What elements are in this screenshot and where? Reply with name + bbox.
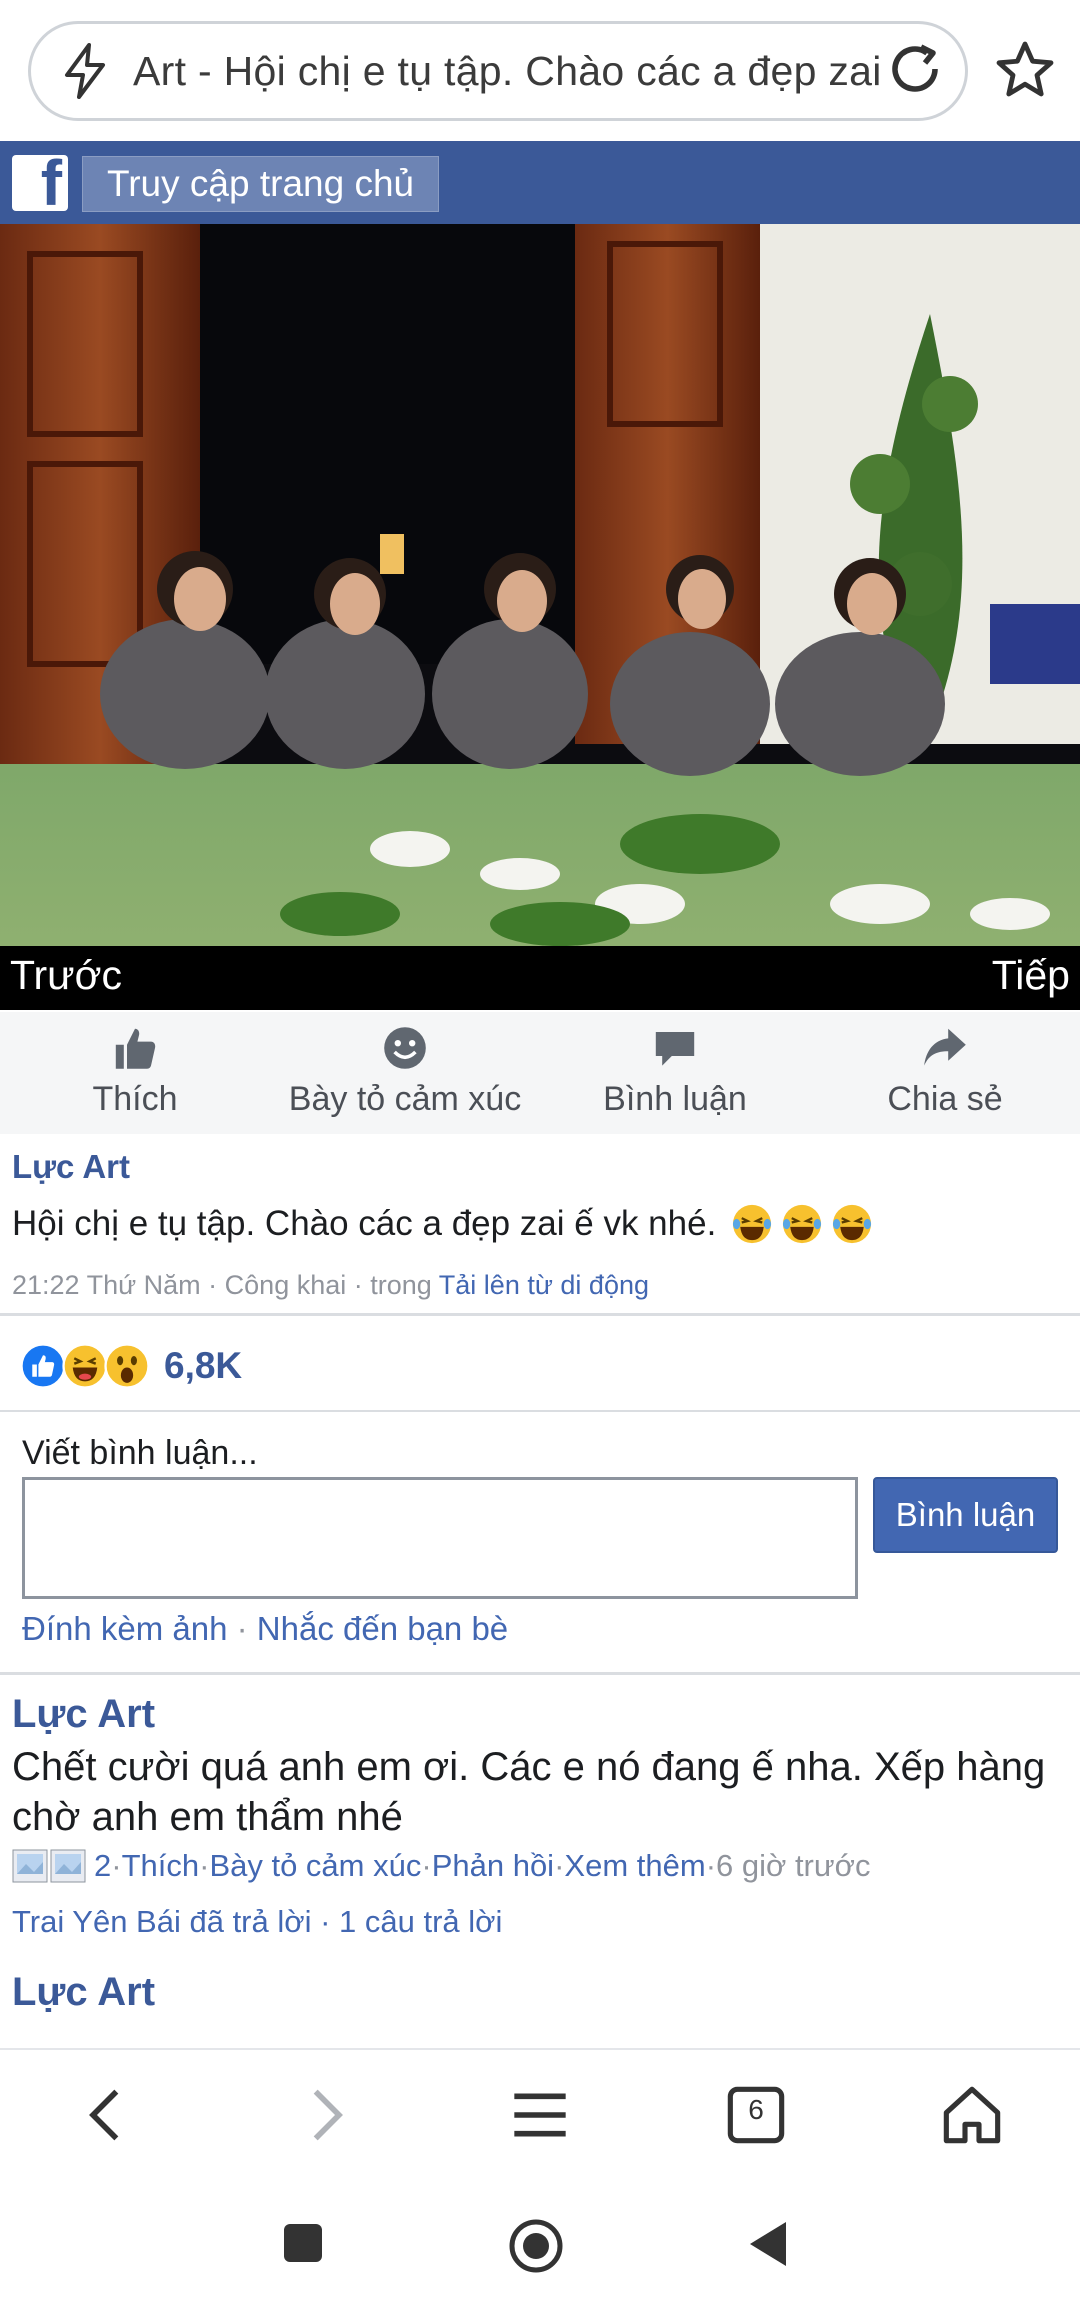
star-icon[interactable] xyxy=(995,40,1055,100)
reload-icon[interactable] xyxy=(885,41,945,101)
divider xyxy=(0,1313,1080,1316)
reaction-summary[interactable]: 6,8K xyxy=(20,1338,242,1394)
attach-photo-link[interactable]: Đính kèm ảnh xyxy=(22,1610,227,1647)
submit-comment-button[interactable]: Bình luận xyxy=(873,1477,1058,1553)
post-meta: 21:22 Thứ Năm · Công khai · trong Tải lê… xyxy=(12,1270,649,1301)
comment-meta: 2 · Thích · Bày tỏ cảm xúc · Phản hồi · … xyxy=(12,1848,870,1884)
image-thumbnail-icon[interactable] xyxy=(12,1848,88,1884)
react-button[interactable]: Bày tỏ cảm xúc xyxy=(270,1024,540,1119)
like-label: Thích xyxy=(92,1080,178,1118)
comment-author-link[interactable]: Lực Art xyxy=(12,1970,155,2015)
tabs-button[interactable]: 6 xyxy=(721,2080,791,2150)
tab-count: 6 xyxy=(748,2094,764,2125)
home-button[interactable] xyxy=(937,2080,1007,2150)
comment-reaction-count[interactable]: 2 xyxy=(94,1848,111,1884)
previous-photo-link[interactable]: Trước xyxy=(10,952,122,999)
comment-text: Chết cười quá anh em ơi. Các e nó đang ế… xyxy=(12,1745,1046,1839)
reaction-count[interactable]: 6,8K xyxy=(164,1345,242,1387)
post-action-bar: Thích Bày tỏ cảm xúc Bình luận Chia sẻ xyxy=(0,1012,1080,1134)
reply-count-link[interactable]: 1 câu trả lời xyxy=(339,1904,502,1939)
comment-react-link[interactable]: Bày tỏ cảm xúc xyxy=(209,1848,421,1884)
separator: · xyxy=(554,1848,565,1883)
comment-author-link[interactable]: Lực Art xyxy=(12,1692,155,1737)
comment-see-more-link[interactable]: Xem thêm xyxy=(564,1848,705,1884)
smiley-icon xyxy=(384,1027,426,1069)
browser-address-bar: Art - Hội chị e tụ tập. Chào các a đẹp z… xyxy=(0,0,1080,140)
separator: · xyxy=(111,1848,122,1883)
back-button[interactable] xyxy=(72,2080,142,2150)
bolt-icon[interactable] xyxy=(61,43,109,99)
home-circle-icon[interactable] xyxy=(508,2218,564,2274)
separator: · xyxy=(705,1848,717,1883)
divider xyxy=(0,1672,1080,1675)
next-photo-link[interactable]: Tiếp xyxy=(992,952,1070,999)
comment-time: 6 giờ trước xyxy=(716,1848,871,1883)
comment-reply-link[interactable]: Phản hồi xyxy=(432,1848,554,1884)
chevron-left-icon xyxy=(89,2089,119,2141)
home-icon xyxy=(943,2086,1001,2144)
like-button[interactable]: Thích xyxy=(0,1024,270,1119)
react-label: Bày tỏ cảm xúc xyxy=(288,1080,522,1118)
comment-input[interactable] xyxy=(22,1477,858,1599)
system-navigation-bar xyxy=(0,2178,1080,2311)
mention-friends-link[interactable]: Nhắc đến bạn bè xyxy=(257,1610,508,1647)
wow-reaction-icon xyxy=(104,1343,150,1389)
hamburger-menu-icon xyxy=(514,2093,566,2137)
home-link-button[interactable]: Truy cập trang chủ xyxy=(82,156,440,212)
menu-button[interactable] xyxy=(505,2080,575,2150)
share-button[interactable]: Chia sẻ xyxy=(810,1024,1080,1119)
laughing-tears-emoji-icon xyxy=(783,1204,822,1244)
separator: · xyxy=(199,1848,210,1883)
facebook-logo-icon[interactable]: f xyxy=(12,151,68,215)
url-field[interactable]: Art - Hội chị e tụ tập. Chào các a đẹp z… xyxy=(28,21,968,121)
comment-label: Bình luận xyxy=(603,1080,747,1118)
browser-toolbar: 6 xyxy=(0,2048,1080,2180)
reply-author-summary[interactable]: Trai Yên Bái đã trả lời xyxy=(12,1904,311,1939)
forward-button[interactable] xyxy=(290,2080,360,2150)
post-text: Hội chị e tụ tập. Chào các a đẹp zai ế v… xyxy=(12,1202,874,1246)
comment-options: Đính kèm ảnh · Nhắc đến bạn bè xyxy=(22,1610,508,1648)
upload-source-link[interactable]: Tải lên từ di động xyxy=(439,1270,649,1300)
comment-prompt-label: Viết bình luận... xyxy=(22,1434,258,1472)
separator: · xyxy=(421,1848,432,1883)
comment-icon xyxy=(655,1032,695,1066)
comment-replies[interactable]: Trai Yên Bái đã trả lời · 1 câu trả lời xyxy=(12,1904,502,1940)
comment-like-link[interactable]: Thích xyxy=(122,1848,200,1884)
post-timestamp: 21:22 Thứ Năm · Công khai · trong xyxy=(12,1270,439,1300)
recents-square-icon[interactable] xyxy=(282,2222,324,2264)
comment-button[interactable]: Bình luận xyxy=(540,1024,810,1119)
haha-reaction-icon xyxy=(62,1343,108,1389)
post-caption: Hội chị e tụ tập. Chào các a đẹp zai ế v… xyxy=(12,1204,717,1243)
url-text[interactable]: Art - Hội chị e tụ tập. Chào các a đẹp z… xyxy=(133,48,885,95)
chevron-right-icon xyxy=(313,2089,343,2141)
facebook-header: f Truy cập trang chủ xyxy=(0,141,1080,224)
laughing-tears-emoji-icon xyxy=(733,1204,772,1244)
thumbs-up-icon xyxy=(115,1028,156,1069)
share-arrow-icon xyxy=(924,1028,966,1066)
share-label: Chia sẻ xyxy=(887,1080,1003,1118)
post-photo[interactable] xyxy=(0,224,1080,946)
separator: · xyxy=(227,1610,257,1647)
like-reaction-icon xyxy=(20,1343,66,1389)
back-triangle-icon[interactable] xyxy=(748,2220,788,2268)
laughing-tears-emoji-icon xyxy=(833,1204,872,1244)
post-author-link[interactable]: Lực Art xyxy=(12,1148,130,1186)
photo-navigation: Trước Tiếp xyxy=(0,946,1080,1010)
divider xyxy=(0,1410,1080,1412)
separator: · xyxy=(311,1904,340,1939)
